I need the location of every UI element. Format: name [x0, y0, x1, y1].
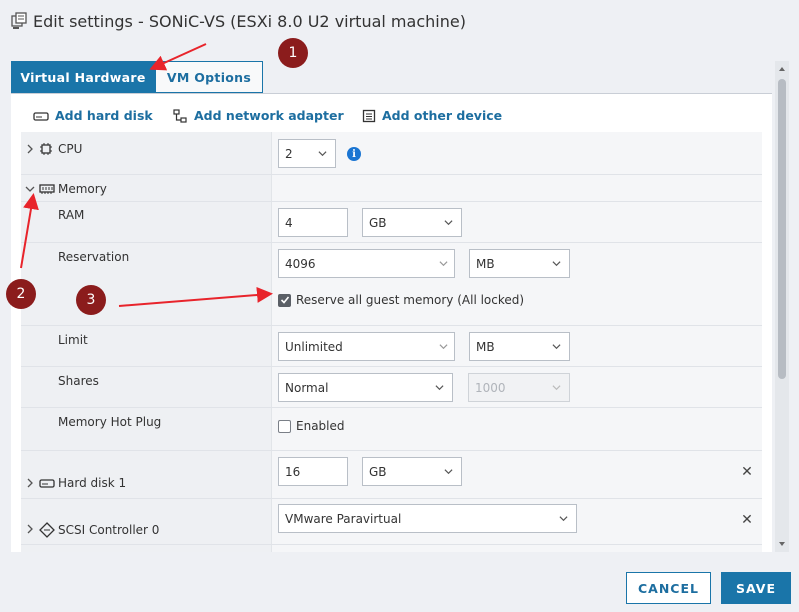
ram-unit-select[interactable]: GB	[362, 208, 462, 237]
cpu-label: CPU	[58, 142, 83, 156]
reservation-row: Reservation 4096 MB Reserve all guest me…	[21, 243, 762, 326]
limit-label: Limit	[58, 333, 88, 347]
reservation-unit-value: MB	[476, 256, 495, 271]
shares-level-value: Normal	[285, 380, 329, 395]
ram-row: RAM 4 GB	[21, 202, 762, 243]
reservation-input[interactable]: 4096	[278, 249, 455, 278]
ram-input[interactable]: 4	[278, 208, 348, 237]
memory-icon	[39, 184, 55, 194]
scsi-controller-icon	[39, 522, 55, 538]
chevron-down-icon	[444, 469, 453, 475]
scsi-controller-row: SCSI Controller 0 VMware Paravirtual ✕	[21, 499, 762, 545]
memory-row: Memory	[21, 175, 762, 202]
chevron-down-icon[interactable]	[25, 184, 35, 194]
limit-unit-value: MB	[476, 339, 495, 354]
add-hard-disk-button[interactable]: Add hard disk	[33, 108, 153, 123]
chevron-right-icon[interactable]	[25, 478, 35, 488]
scsi-controller-type-select[interactable]: VMware Paravirtual	[278, 504, 577, 533]
reservation-unit-select[interactable]: MB	[469, 249, 570, 278]
memory-label: Memory	[58, 182, 107, 196]
memory-hot-plug-enabled-label: Enabled	[296, 419, 345, 433]
hard-disk-label: Hard disk 1	[58, 476, 127, 490]
shares-level-select[interactable]: Normal	[278, 373, 453, 402]
info-icon[interactable]: i	[347, 147, 361, 161]
chevron-down-icon	[552, 344, 561, 350]
shares-amount-input: 1000	[468, 373, 570, 402]
network-adapter-icon	[173, 108, 187, 123]
checkbox-checked-icon[interactable]	[278, 293, 291, 307]
chevron-down-icon	[559, 516, 568, 522]
chevron-down-icon	[439, 344, 448, 350]
scroll-up-icon[interactable]	[778, 65, 786, 73]
hard-disk-unit-value: GB	[369, 464, 387, 479]
chevron-down-icon	[435, 385, 444, 391]
hard-disk-unit-select[interactable]: GB	[362, 457, 462, 486]
shares-row: Shares Normal 1000	[21, 367, 762, 408]
limit-input[interactable]: Unlimited	[278, 332, 455, 361]
vm-settings-icon	[11, 12, 27, 29]
reserve-all-checkbox[interactable]: Reserve all guest memory (All locked)	[278, 293, 524, 307]
chevron-down-icon	[318, 151, 327, 157]
cpu-row: CPU 2 i	[21, 132, 762, 175]
reservation-label: Reservation	[58, 250, 130, 264]
tab-vm-options[interactable]: VM Options	[155, 61, 263, 93]
add-other-device-button[interactable]: Add other device	[362, 108, 502, 123]
add-network-adapter-button[interactable]: Add network adapter	[172, 108, 344, 123]
scroll-down-icon[interactable]	[778, 540, 786, 548]
cpu-count-value: 2	[285, 146, 293, 161]
chevron-down-icon	[439, 261, 448, 267]
shares-label: Shares	[58, 374, 99, 388]
cancel-button[interactable]: CANCEL	[626, 572, 711, 604]
annotation-badge-2: 2	[6, 279, 36, 309]
virtual-hardware-panel: Add hard disk Add network adapter Add ot…	[11, 93, 772, 552]
add-other-device-label: Add other device	[382, 108, 503, 123]
tab-virtual-hardware[interactable]: Virtual Hardware	[11, 61, 155, 93]
annotation-badge-1: 1	[278, 38, 308, 68]
annotation-badge-3: 3	[76, 285, 106, 315]
memory-hot-plug-row: Memory Hot Plug Enabled	[21, 408, 762, 451]
hard-disk-row: Hard disk 1 16 GB ✕	[21, 451, 762, 499]
hard-disk-icon	[33, 111, 49, 121]
scsi-controller-label: SCSI Controller 0	[58, 523, 160, 537]
memory-hot-plug-checkbox[interactable]: Enabled	[278, 419, 345, 433]
reserve-all-label: Reserve all guest memory (All locked)	[296, 293, 525, 307]
hard-disk-icon	[39, 479, 55, 488]
scrollbar-thumb[interactable]	[778, 79, 786, 379]
other-device-icon	[362, 109, 376, 122]
add-hard-disk-label: Add hard disk	[55, 108, 153, 123]
checkbox-unchecked-icon[interactable]	[278, 419, 291, 433]
ram-label: RAM	[58, 208, 85, 222]
dialog-title: Edit settings - SONiC-VS (ESXi 8.0 U2 vi…	[33, 12, 466, 31]
chevron-down-icon	[552, 385, 561, 391]
cpu-count-select[interactable]: 2	[278, 139, 336, 168]
reservation-value: 4096	[285, 256, 316, 271]
chevron-right-icon[interactable]	[25, 144, 35, 154]
device-toolbar: Add hard disk Add network adapter Add ot…	[11, 94, 772, 132]
chevron-down-icon	[444, 220, 453, 226]
add-network-adapter-label: Add network adapter	[194, 108, 344, 123]
dialog-titlebar: Edit settings - SONiC-VS (ESXi 8.0 U2 vi…	[0, 0, 799, 44]
ram-value: 4	[285, 215, 293, 230]
limit-unit-select[interactable]: MB	[469, 332, 570, 361]
limit-value: Unlimited	[285, 339, 343, 354]
hard-disk-size-value: 16	[285, 464, 301, 479]
remove-hard-disk-close-icon[interactable]: ✕	[740, 464, 754, 480]
shares-amount-value: 1000	[475, 380, 506, 395]
chevron-right-icon[interactable]	[25, 524, 35, 534]
next-device-row	[21, 545, 762, 552]
limit-row: Limit Unlimited MB	[21, 326, 762, 367]
cpu-icon	[40, 143, 52, 155]
memory-hot-plug-label: Memory Hot Plug	[58, 415, 162, 429]
ram-unit-value: GB	[369, 215, 387, 230]
remove-scsi-controller-close-icon[interactable]: ✕	[740, 512, 754, 528]
hard-disk-size-input[interactable]: 16	[278, 457, 348, 486]
scsi-controller-type-value: VMware Paravirtual	[285, 511, 402, 526]
save-button[interactable]: SAVE	[721, 572, 791, 604]
scrollbar[interactable]	[775, 61, 789, 552]
chevron-down-icon	[552, 261, 561, 267]
